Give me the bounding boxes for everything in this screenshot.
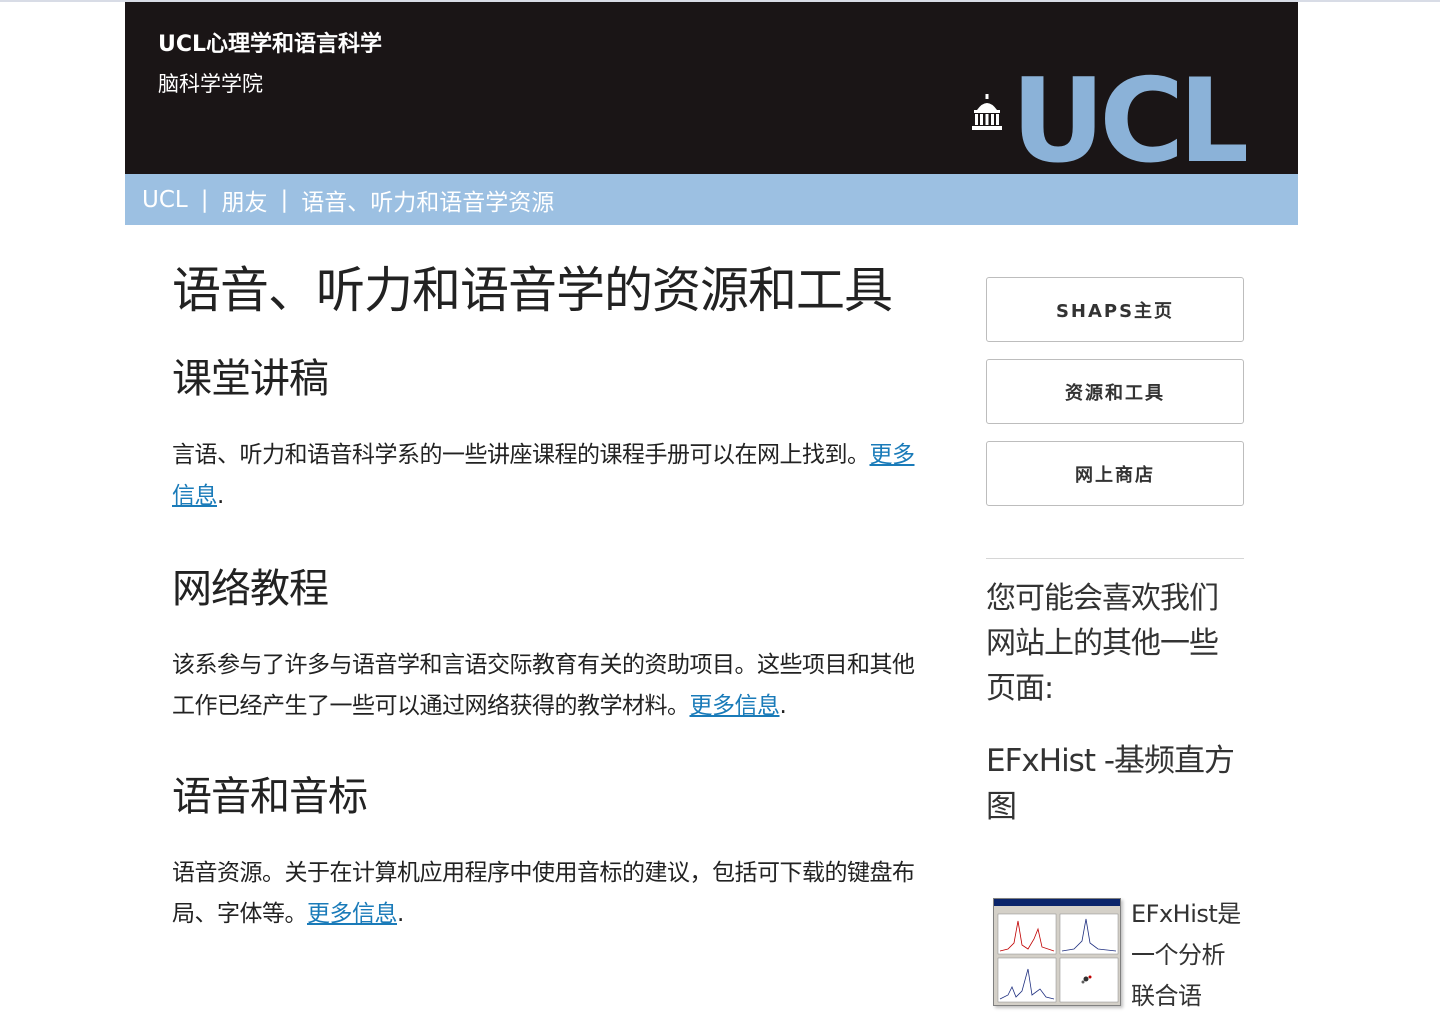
efxhist-link-title[interactable]: EFxHist -基频直方图: [986, 738, 1244, 830]
shaps-home-button[interactable]: SHAPS主页: [986, 277, 1244, 342]
sidebar-divider: [986, 558, 1244, 559]
masthead: UCL心理学和语言科学 脑科学学院 UCL: [125, 2, 1298, 174]
breadcrumb-resources[interactable]: 语音、听力和语音学资源: [301, 183, 554, 217]
ucl-logo[interactable]: UCL: [1011, 64, 1246, 174]
section-heading-web-tutorials: 网络教程: [172, 565, 329, 612]
sidebar: SHAPS主页 资源和工具 网上商店 您可能会喜欢我们网站上的其他一些页面: E…: [986, 277, 1244, 1010]
faculty-subtitle[interactable]: 脑科学学院: [158, 68, 263, 98]
page-title: 语音、听力和语音学的资源和工具: [172, 262, 893, 319]
main-content: 语音、听力和语音学的资源和工具 课堂讲稿 言语、听力和语音科学系的一些讲座课程的…: [172, 262, 922, 935]
section-heading-lecture-notes: 课堂讲稿: [172, 355, 329, 402]
section-text-web-tutorials: 该系参与了许多与语音学和言语交际教育有关的资助项目。这些项目和其他工作已经产生了…: [172, 651, 915, 719]
section-text-phonetics-symbols: 语音资源。关于在计算机应用程序中使用音标的建议，包括可下载的键盘布局、字体等。更…: [172, 859, 915, 927]
resources-tools-button[interactable]: 资源和工具: [986, 359, 1244, 424]
efxhist-caption: EFxHist是一个分析联合语: [1131, 900, 1241, 1010]
sidebar-intro: 您可能会喜欢我们网站上的其他一些页面:: [986, 581, 1219, 706]
breadcrumb-ucl[interactable]: UCL: [142, 187, 188, 213]
section-heading-phonetics-symbols: 语音和音标: [172, 773, 368, 820]
breadcrumb: UCL | 朋友 | 语音、听力和语音学资源: [125, 174, 1298, 225]
breadcrumb-separator: |: [200, 186, 209, 213]
more-info-link[interactable]: 更多信息: [307, 901, 398, 927]
department-title[interactable]: UCL心理学和语言科学: [158, 26, 382, 58]
section-text-lecture-notes: 言语、听力和语音科学系的一些讲座课程的课程手册可以在网上找到。更多信息.: [172, 441, 915, 509]
portico-dome-icon: [972, 94, 1002, 130]
breadcrumb-friends[interactable]: 朋友: [221, 183, 267, 217]
more-info-link[interactable]: 更多信息: [690, 693, 781, 719]
online-shop-button[interactable]: 网上商店: [986, 441, 1244, 506]
breadcrumb-separator: |: [280, 186, 289, 213]
efxhist-screenshot-thumbnail[interactable]: [993, 898, 1121, 1006]
